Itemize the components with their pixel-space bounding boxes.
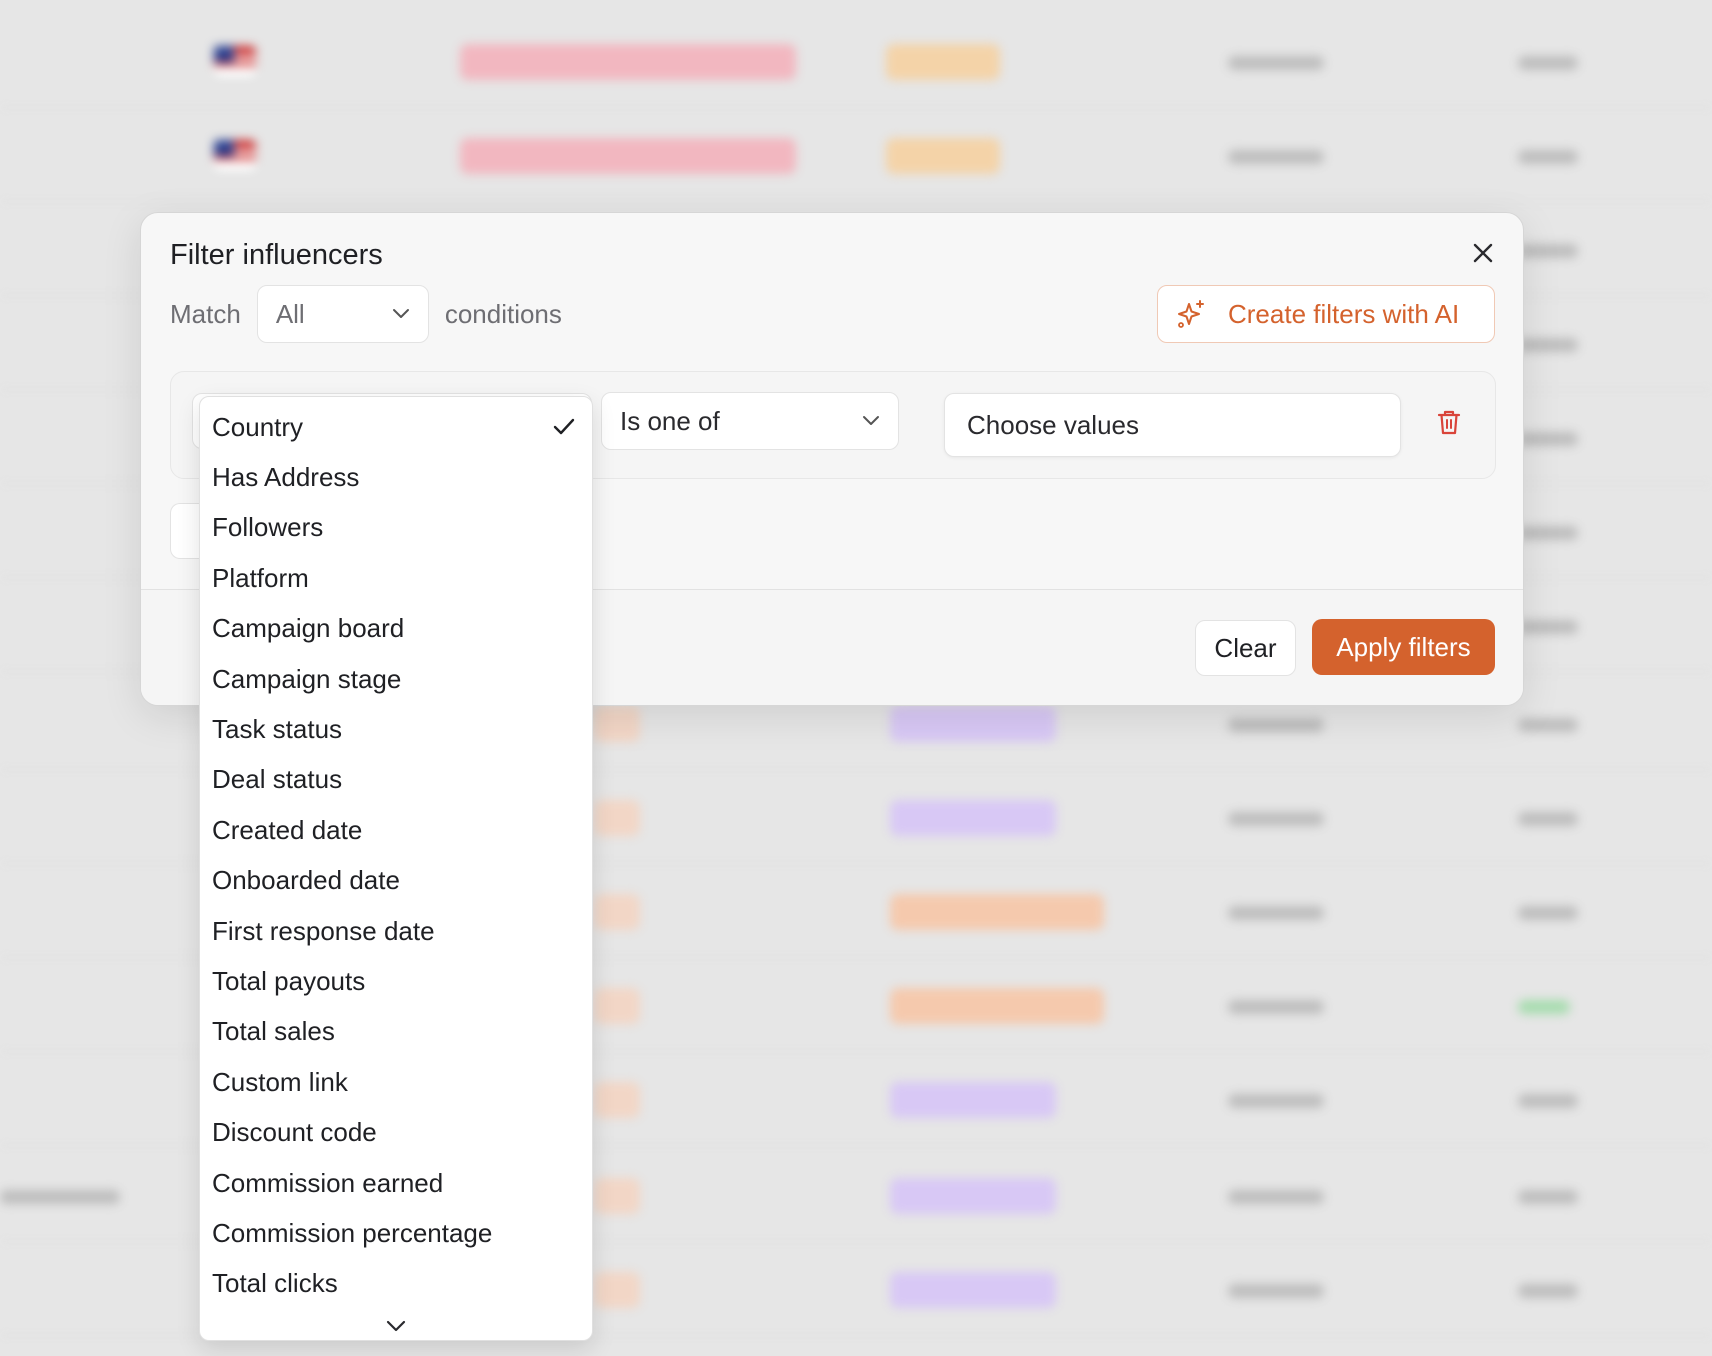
field-option[interactable]: Deal status [200,755,592,805]
field-option[interactable]: Custom link [200,1057,592,1107]
field-option-label: Onboarded date [212,865,400,896]
modal-title: Filter influencers [170,239,383,271]
delete-condition-button[interactable] [1433,406,1465,438]
apply-filters-button[interactable]: Apply filters [1312,619,1495,675]
conditions-label: conditions [444,298,562,329]
chevron-down-icon [863,416,879,425]
clear-button[interactable]: Clear [1195,620,1296,676]
operator-select-value: Is one of [620,405,720,436]
field-option[interactable]: First response date [200,906,592,956]
field-option[interactable]: Commission earned [200,1158,592,1208]
scroll-down-button[interactable] [200,1320,592,1332]
field-option-label: Total sales [212,1016,335,1047]
field-option-label: Platform [212,562,309,593]
field-option-label: Total payouts [212,965,366,996]
chevron-down-icon [386,1320,406,1332]
field-option[interactable]: Total payouts [200,956,592,1006]
match-label: Match [170,298,241,329]
field-option[interactable]: Country [200,402,592,452]
field-option[interactable]: Created date [200,805,592,855]
field-option-label: Task status [212,714,343,745]
close-icon [1473,243,1493,263]
check-icon [553,418,575,435]
field-dropdown-menu: Country Has Address Followers Platform Campa… [199,396,593,1341]
field-option-label: Custom link [212,1066,348,1097]
field-option-label: Followers [212,512,324,543]
field-option[interactable]: Task status [200,704,592,754]
field-option-label: Discount code [212,1117,377,1148]
match-select-value: All [275,298,305,329]
field-option[interactable]: Campaign stage [200,654,592,704]
operator-select[interactable]: Is one of [601,392,899,450]
field-option[interactable]: Campaign board [200,604,592,654]
field-option[interactable]: Platform [200,553,592,603]
field-option[interactable]: Has Address [200,452,592,502]
create-filters-with-ai-button[interactable]: Create filters with AI [1157,285,1495,343]
field-option[interactable]: Onboarded date [200,856,592,906]
match-select[interactable]: All [256,285,429,343]
field-option-label: Total clicks [212,1268,338,1299]
bg-row [0,108,1712,202]
bg-row [0,14,1712,108]
field-option-label: Campaign board [212,613,405,644]
chevron-down-icon [392,309,409,318]
close-button[interactable] [1465,235,1501,271]
field-option[interactable]: Total sales [200,1007,592,1057]
values-input[interactable]: Choose values [944,393,1401,457]
field-option-label: Country [212,411,304,442]
field-option[interactable]: Commission percentage [200,1208,592,1258]
field-option-label: Commission earned [212,1167,444,1198]
field-option-label: Campaign stage [212,663,402,694]
field-option-label: Created date [212,814,363,845]
field-option-label: Commission percentage [212,1217,493,1248]
match-row: Match All conditions [170,285,562,343]
field-option-label: Deal status [212,764,343,795]
ai-button-label: Create filters with AI [1228,298,1460,329]
field-option[interactable]: Followers [200,503,592,553]
field-option-label: Has Address [212,462,360,493]
trash-icon [1437,410,1461,435]
field-option[interactable]: Discount code [200,1107,592,1157]
field-option[interactable]: Total clicks [200,1259,592,1309]
field-options-list: Country Has Address Followers Platform Campa… [200,397,592,1309]
values-input-placeholder: Choose values [967,409,1139,440]
field-option-label: First response date [212,915,435,946]
sparkles-icon [1178,300,1204,328]
